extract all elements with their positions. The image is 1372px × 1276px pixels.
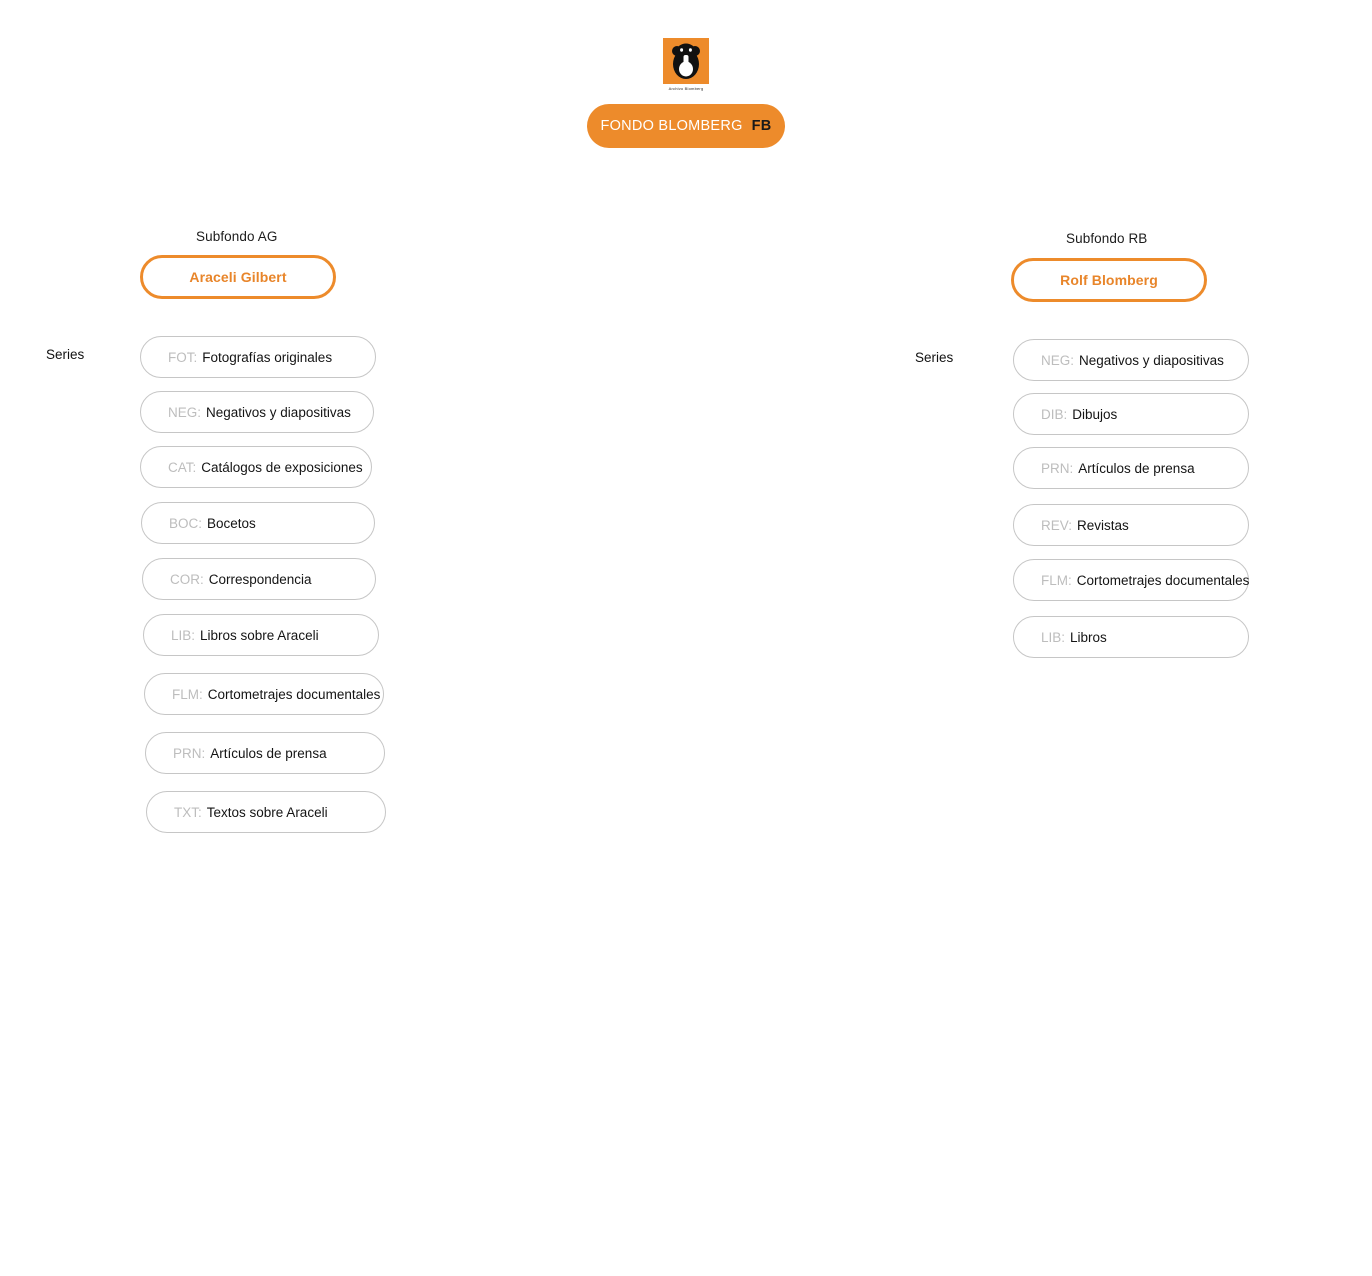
series-node-code: BOC: bbox=[169, 515, 203, 531]
series-node-title: Libros sobre Araceli bbox=[200, 627, 319, 643]
series-node-code: FOT: bbox=[168, 349, 198, 365]
series-node-title: Cortometrajes documentales bbox=[207, 686, 381, 702]
series-node[interactable]: TXT: Textos sobre Araceli bbox=[146, 791, 386, 833]
series-node-title: Cortometrajes documentales bbox=[1076, 572, 1250, 588]
series-node-title: Fotografías originales bbox=[202, 349, 333, 365]
series-node[interactable]: FLM: Cortometrajes documentales bbox=[144, 673, 384, 715]
root-header: Archivo Blomberg FONDO BLOMBERG FB bbox=[0, 38, 1372, 148]
series-node-code: NEG: bbox=[1041, 352, 1075, 368]
series-node-title: Dibujos bbox=[1072, 406, 1118, 422]
series-node-code: TXT: bbox=[174, 804, 202, 820]
series-node[interactable]: REV: Revistas bbox=[1013, 504, 1249, 546]
series-node-title: Correspondencia bbox=[208, 571, 312, 587]
series-node-title: Bocetos bbox=[207, 515, 256, 531]
series-node[interactable]: PRN: Artículos de prensa bbox=[145, 732, 385, 774]
column-title-ag: Subfondo AG bbox=[196, 229, 278, 244]
series-node-code: REV: bbox=[1041, 517, 1073, 533]
fondo-blomberg-node[interactable]: FONDO BLOMBERG FB bbox=[587, 104, 785, 148]
series-node-code: DIB: bbox=[1041, 406, 1068, 422]
column-title-rb: Subfondo RB bbox=[1066, 231, 1148, 246]
series-node-code: PRN: bbox=[1041, 460, 1074, 476]
series-node-title: Textos sobre Araceli bbox=[206, 804, 328, 820]
series-node-code: FLM: bbox=[1041, 572, 1072, 588]
fondo-blomberg-title: FONDO BLOMBERG bbox=[600, 118, 743, 134]
series-node-code: FLM: bbox=[172, 686, 203, 702]
series-node[interactable]: FOT: Fotografías originales bbox=[140, 336, 376, 378]
level-label-series-ag: Series bbox=[46, 347, 85, 362]
level-label-series-rb: Series bbox=[915, 350, 954, 365]
series-node-title: Catálogos de exposiciones bbox=[201, 459, 363, 475]
series-node-code: PRN: bbox=[173, 745, 206, 761]
series-node[interactable]: BOC: Bocetos bbox=[141, 502, 375, 544]
series-node-code: LIB: bbox=[171, 627, 196, 643]
series-node[interactable]: PRN: Artículos de prensa bbox=[1013, 447, 1249, 489]
series-node-title: Revistas bbox=[1077, 517, 1129, 533]
group-node-araceli-gilbert[interactable]: Araceli Gilbert bbox=[140, 255, 336, 299]
series-node[interactable]: COR: Correspondencia bbox=[142, 558, 376, 600]
series-node-code: NEG: bbox=[168, 404, 202, 420]
series-node-title: Artículos de prensa bbox=[210, 745, 327, 761]
series-node[interactable]: FLM: Cortometrajes documentales bbox=[1013, 559, 1249, 601]
fondo-blomberg-code: FB bbox=[751, 118, 772, 134]
series-node[interactable]: NEG: Negativos y diapositivas bbox=[1013, 339, 1249, 381]
series-node-code: COR: bbox=[170, 571, 204, 587]
series-node[interactable]: NEG: Negativos y diapositivas bbox=[140, 391, 374, 433]
group-node-label: Araceli Gilbert bbox=[189, 269, 287, 285]
series-node-title: Artículos de prensa bbox=[1078, 460, 1195, 476]
series-node-title: Libros bbox=[1070, 629, 1107, 645]
group-node-label: Rolf Blomberg bbox=[1060, 272, 1158, 288]
series-node-title: Negativos y diapositivas bbox=[1079, 352, 1224, 368]
group-node-rolf-blomberg[interactable]: Rolf Blomberg bbox=[1011, 258, 1207, 302]
series-node[interactable]: LIB: Libros bbox=[1013, 616, 1249, 658]
series-node-code: LIB: bbox=[1041, 629, 1066, 645]
series-node-title: Negativos y diapositivas bbox=[206, 404, 351, 420]
black-bear-logo bbox=[663, 38, 709, 84]
series-node[interactable]: DIB: Dibujos bbox=[1013, 393, 1249, 435]
series-node-code: CAT: bbox=[168, 459, 197, 475]
series-node[interactable]: LIB: Libros sobre Araceli bbox=[143, 614, 379, 656]
logo-caption: Archivo Blomberg bbox=[668, 86, 704, 91]
series-node[interactable]: CAT: Catálogos de exposiciones bbox=[140, 446, 372, 488]
